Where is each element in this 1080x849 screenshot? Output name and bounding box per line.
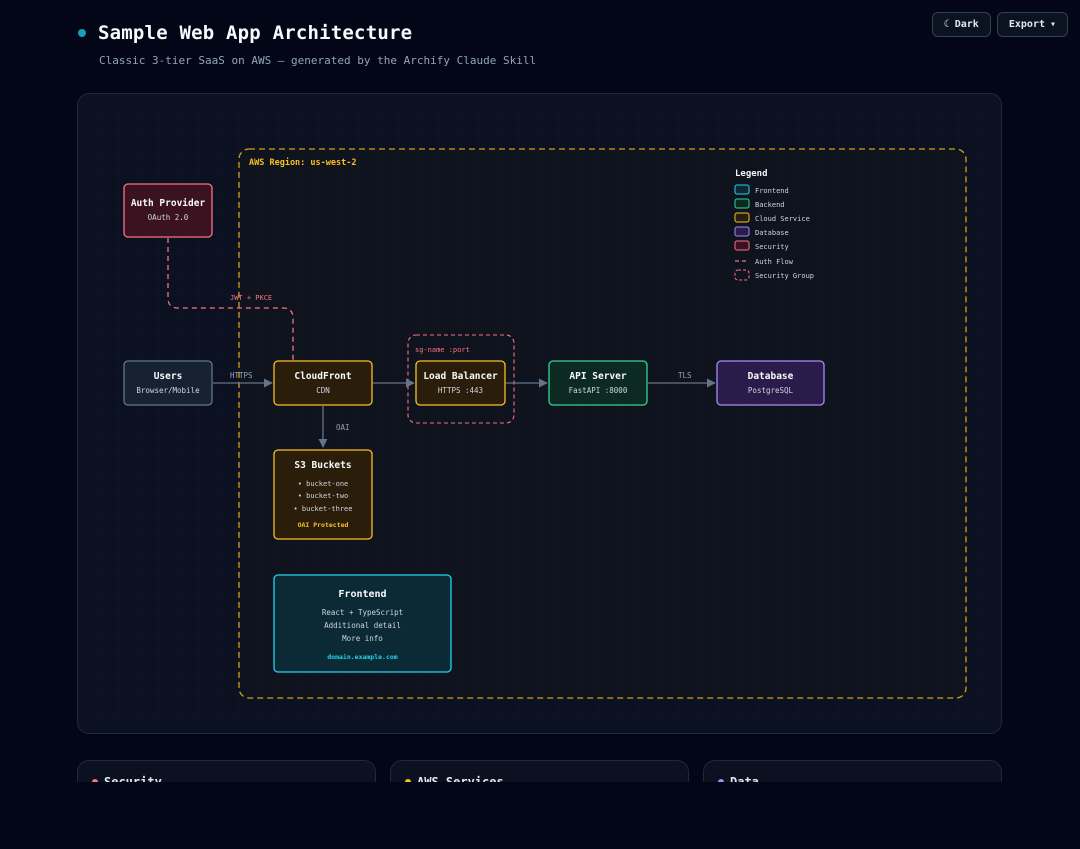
node-title: Database xyxy=(748,371,794,382)
node-s3-buckets[interactable]: S3 Buckets • bucket-one • bucket-two • b… xyxy=(273,449,373,540)
node-subtitle: Browser/Mobile xyxy=(136,386,200,395)
node-note: OAI Protected xyxy=(298,521,349,529)
node-title: Load Balancer xyxy=(423,371,498,382)
legend-label-security: Security xyxy=(755,243,789,251)
page-subtitle: Classic 3-tier SaaS on AWS — generated b… xyxy=(99,54,537,67)
legend-swatch-database xyxy=(734,226,750,237)
legend-swatch-frontend xyxy=(734,184,750,195)
node-detail-line: Additional detail xyxy=(324,621,401,630)
bucket-item: • bucket-two xyxy=(298,492,349,500)
legend-label-security-group: Security Group xyxy=(755,272,814,280)
security-group-label: sg-name :port xyxy=(415,346,470,354)
toolbar: ☾ Dark Export ▾ xyxy=(931,12,1068,37)
node-auth-provider[interactable]: Auth Provider OAuth 2.0 xyxy=(123,183,213,238)
node-subtitle: OAuth 2.0 xyxy=(148,213,189,222)
export-label: Export xyxy=(1008,19,1045,30)
node-detail-line: More info xyxy=(342,634,383,643)
legend-swatch-security xyxy=(734,240,750,251)
edge-label-api-db: TLS xyxy=(678,371,692,380)
edge-label-cdn-s3: OAI xyxy=(336,423,350,432)
node-users[interactable]: Users Browser/Mobile xyxy=(123,360,213,406)
node-subtitle: HTTPS :443 xyxy=(438,386,483,395)
node-title: Auth Provider xyxy=(131,198,206,209)
node-title: Frontend xyxy=(338,589,386,600)
node-cloudfront[interactable]: CloudFront CDN xyxy=(273,360,373,406)
edge-label-users-cdn: HTTPS xyxy=(230,371,253,380)
diagram-canvas: AWS Region: us-west-2 sg-name :port Lege… xyxy=(77,93,1002,734)
node-load-balancer[interactable]: Load Balancer HTTPS :443 xyxy=(415,360,506,406)
node-api-server[interactable]: API Server FastAPI :8000 xyxy=(548,360,648,406)
node-title: S3 Buckets xyxy=(294,460,351,471)
chevron-down-icon: ▾ xyxy=(1049,19,1056,30)
node-title: API Server xyxy=(569,371,626,382)
edge-label-auth-cdn: JWT + PKCE xyxy=(230,294,272,302)
legend-swatch-cloud xyxy=(734,212,750,223)
node-note: domain.example.com xyxy=(327,653,398,661)
node-subtitle: FastAPI :8000 xyxy=(569,386,628,395)
node-frontend[interactable]: Frontend React + TypeScript Additional d… xyxy=(273,574,452,673)
node-subtitle: PostgreSQL xyxy=(748,386,794,395)
node-title: Users xyxy=(154,371,183,382)
node-database[interactable]: Database PostgreSQL xyxy=(716,360,825,406)
export-button[interactable]: Export ▾ xyxy=(996,12,1068,37)
moon-icon: ☾ xyxy=(943,19,950,30)
legend-title: Legend xyxy=(735,169,768,179)
legend-swatch-backend xyxy=(734,198,750,209)
legend-label-database: Database xyxy=(755,229,789,237)
legend-label-auth-flow: Auth Flow xyxy=(755,258,794,266)
page-header: Sample Web App Architecture Classic 3-ti… xyxy=(78,22,536,67)
page-title: Sample Web App Architecture xyxy=(98,22,413,44)
node-title: CloudFront xyxy=(294,371,351,382)
legend-label-backend: Backend xyxy=(755,201,785,209)
title-dot-icon xyxy=(78,29,86,37)
page-bottom-mask xyxy=(0,782,1080,849)
bucket-item: • bucket-three xyxy=(293,505,352,513)
node-subtitle: CDN xyxy=(316,386,330,395)
legend-label-frontend: Frontend xyxy=(755,187,789,195)
theme-toggle-button[interactable]: ☾ Dark xyxy=(931,12,991,37)
theme-toggle-label: Dark xyxy=(954,19,979,30)
bucket-item: • bucket-one xyxy=(298,480,349,488)
architecture-diagram: AWS Region: us-west-2 sg-name :port Lege… xyxy=(96,112,985,717)
legend-label-cloud: Cloud Service xyxy=(755,215,810,223)
aws-region-label: AWS Region: us-west-2 xyxy=(249,157,356,168)
node-detail-line: React + TypeScript xyxy=(322,608,403,617)
